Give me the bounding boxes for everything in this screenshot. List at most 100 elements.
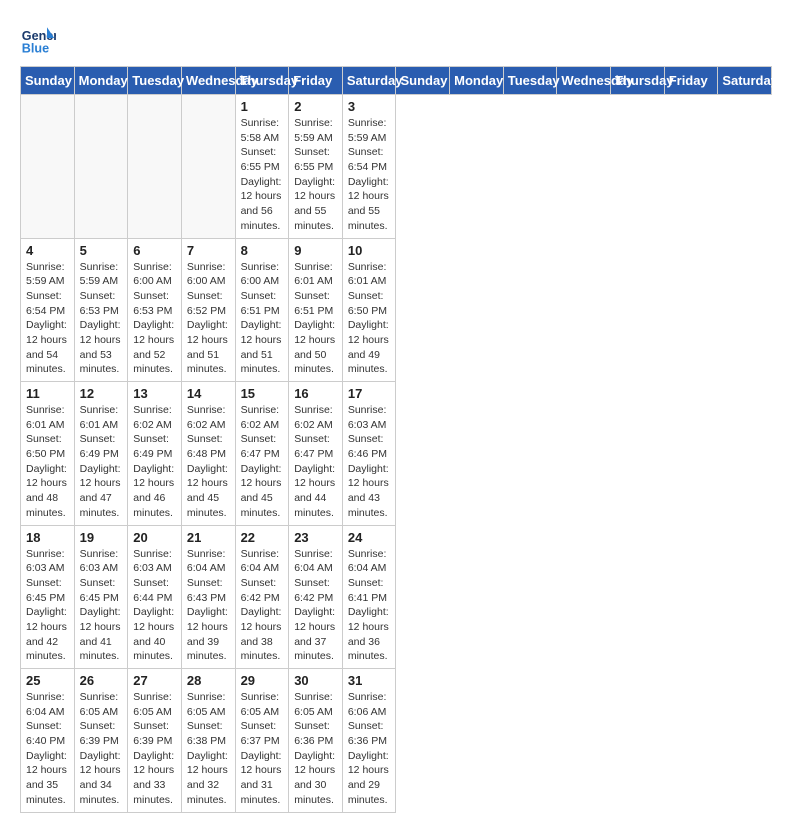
- day-number: 25: [26, 673, 69, 688]
- day-info: Sunrise: 6:04 AM Sunset: 6:42 PM Dayligh…: [294, 547, 337, 665]
- weekday-header-saturday: Saturday: [342, 67, 396, 95]
- calendar-cell: [128, 95, 182, 239]
- calendar-cell: 2Sunrise: 5:59 AM Sunset: 6:55 PM Daylig…: [289, 95, 343, 239]
- calendar-cell: 24 Sunrise: 6:04 AM Sunset: 6:41 PM Dayli…: [342, 525, 396, 669]
- day-number: 28: [187, 673, 230, 688]
- day-number: 5: [80, 243, 123, 258]
- logo: General Blue: [20, 20, 60, 56]
- day-number: 2: [294, 99, 337, 114]
- calendar-cell: 10Sunrise: 6:01 AM Sunset: 6:50 PM Dayli…: [342, 238, 396, 382]
- day-info: Sunrise: 5:58 AM Sunset: 6:55 PM Dayligh…: [241, 116, 284, 234]
- day-info: Sunrise: 6:05 AM Sunset: 6:36 PM Dayligh…: [294, 690, 337, 808]
- calendar-cell: [74, 95, 128, 239]
- calendar-cell: 16Sunrise: 6:02 AM Sunset: 6:47 PM Dayli…: [289, 382, 343, 526]
- day-number: 11: [26, 386, 69, 401]
- day-info: Sunrise: 6:01 AM Sunset: 6:49 PM Dayligh…: [80, 403, 123, 521]
- page-header: General Blue: [20, 20, 772, 56]
- day-number: 4: [26, 243, 69, 258]
- weekday-header-friday: Friday: [289, 67, 343, 95]
- day-number: 21: [187, 530, 230, 545]
- logo-icon: General Blue: [20, 20, 56, 56]
- calendar-cell: 4 Sunrise: 5:59 AM Sunset: 6:54 PM Daylig…: [21, 238, 75, 382]
- weekday-header: Wednesday: [557, 67, 611, 95]
- weekday-header: Friday: [664, 67, 718, 95]
- calendar-cell: 19 Sunrise: 6:03 AM Sunset: 6:45 PM Dayli…: [74, 525, 128, 669]
- day-number: 3: [348, 99, 391, 114]
- day-number: 12: [80, 386, 123, 401]
- calendar-cell: 5 Sunrise: 5:59 AM Sunset: 6:53 PM Daylig…: [74, 238, 128, 382]
- day-number: 15: [241, 386, 284, 401]
- calendar-cell: 25 Sunrise: 6:04 AM Sunset: 6:40 PM Dayli…: [21, 669, 75, 813]
- svg-text:Blue: Blue: [22, 41, 49, 55]
- calendar-cell: 29Sunrise: 6:05 AM Sunset: 6:37 PM Dayli…: [235, 669, 289, 813]
- weekday-header: Monday: [450, 67, 504, 95]
- day-number: 6: [133, 243, 176, 258]
- calendar-cell: 14 Sunrise: 6:02 AM Sunset: 6:48 PM Dayli…: [181, 382, 235, 526]
- calendar-cell: 13Sunrise: 6:02 AM Sunset: 6:49 PM Dayli…: [128, 382, 182, 526]
- calendar-header-row: SundayMondayTuesdayWednesdayThursdayFrid…: [21, 67, 772, 95]
- calendar-week-1: 1 Sunrise: 5:58 AM Sunset: 6:55 PM Daylig…: [21, 95, 772, 239]
- day-number: 8: [241, 243, 284, 258]
- day-info: Sunrise: 6:05 AM Sunset: 6:39 PM Dayligh…: [80, 690, 123, 808]
- day-info: Sunrise: 6:04 AM Sunset: 6:41 PM Dayligh…: [348, 547, 391, 665]
- calendar-cell: 28 Sunrise: 6:05 AM Sunset: 6:38 PM Dayli…: [181, 669, 235, 813]
- calendar-cell: 27 Sunrise: 6:05 AM Sunset: 6:39 PM Dayli…: [128, 669, 182, 813]
- calendar-week-4: 18 Sunrise: 6:03 AM Sunset: 6:45 PM Dayli…: [21, 525, 772, 669]
- day-info: Sunrise: 6:00 AM Sunset: 6:51 PM Dayligh…: [241, 260, 284, 378]
- day-info: Sunrise: 5:59 AM Sunset: 6:53 PM Dayligh…: [80, 260, 123, 378]
- calendar-week-2: 4 Sunrise: 5:59 AM Sunset: 6:54 PM Daylig…: [21, 238, 772, 382]
- day-info: Sunrise: 6:04 AM Sunset: 6:42 PM Dayligh…: [241, 547, 284, 665]
- calendar-week-3: 11 Sunrise: 6:01 AM Sunset: 6:50 PM Dayli…: [21, 382, 772, 526]
- day-number: 19: [80, 530, 123, 545]
- day-info: Sunrise: 6:05 AM Sunset: 6:39 PM Dayligh…: [133, 690, 176, 808]
- calendar-cell: 17 Sunrise: 6:03 AM Sunset: 6:46 PM Dayli…: [342, 382, 396, 526]
- day-info: Sunrise: 6:01 AM Sunset: 6:50 PM Dayligh…: [26, 403, 69, 521]
- day-info: Sunrise: 6:02 AM Sunset: 6:47 PM Dayligh…: [294, 403, 337, 521]
- day-number: 26: [80, 673, 123, 688]
- day-number: 27: [133, 673, 176, 688]
- weekday-header-wednesday: Wednesday: [181, 67, 235, 95]
- day-info: Sunrise: 6:03 AM Sunset: 6:46 PM Dayligh…: [348, 403, 391, 521]
- day-number: 24: [348, 530, 391, 545]
- weekday-header: Tuesday: [503, 67, 557, 95]
- day-info: Sunrise: 6:03 AM Sunset: 6:45 PM Dayligh…: [26, 547, 69, 665]
- calendar-cell: 22 Sunrise: 6:04 AM Sunset: 6:42 PM Dayli…: [235, 525, 289, 669]
- calendar-week-5: 25 Sunrise: 6:04 AM Sunset: 6:40 PM Dayli…: [21, 669, 772, 813]
- calendar-cell: 9 Sunrise: 6:01 AM Sunset: 6:51 PM Daylig…: [289, 238, 343, 382]
- day-info: Sunrise: 5:59 AM Sunset: 6:54 PM Dayligh…: [26, 260, 69, 378]
- calendar-cell: 6Sunrise: 6:00 AM Sunset: 6:53 PM Daylig…: [128, 238, 182, 382]
- day-info: Sunrise: 6:02 AM Sunset: 6:49 PM Dayligh…: [133, 403, 176, 521]
- day-info: Sunrise: 6:00 AM Sunset: 6:52 PM Dayligh…: [187, 260, 230, 378]
- calendar-cell: 23Sunrise: 6:04 AM Sunset: 6:42 PM Dayli…: [289, 525, 343, 669]
- calendar-cell: 30 Sunrise: 6:05 AM Sunset: 6:36 PM Dayli…: [289, 669, 343, 813]
- day-number: 29: [241, 673, 284, 688]
- day-info: Sunrise: 6:04 AM Sunset: 6:40 PM Dayligh…: [26, 690, 69, 808]
- day-info: Sunrise: 6:02 AM Sunset: 6:47 PM Dayligh…: [241, 403, 284, 521]
- day-number: 17: [348, 386, 391, 401]
- calendar-cell: 15 Sunrise: 6:02 AM Sunset: 6:47 PM Dayli…: [235, 382, 289, 526]
- calendar-cell: 12 Sunrise: 6:01 AM Sunset: 6:49 PM Dayli…: [74, 382, 128, 526]
- calendar-cell: 11 Sunrise: 6:01 AM Sunset: 6:50 PM Dayli…: [21, 382, 75, 526]
- day-number: 18: [26, 530, 69, 545]
- day-number: 7: [187, 243, 230, 258]
- calendar-cell: 3Sunrise: 5:59 AM Sunset: 6:54 PM Daylig…: [342, 95, 396, 239]
- day-number: 31: [348, 673, 391, 688]
- weekday-header: Thursday: [611, 67, 665, 95]
- calendar-cell: 7 Sunrise: 6:00 AM Sunset: 6:52 PM Daylig…: [181, 238, 235, 382]
- day-info: Sunrise: 6:06 AM Sunset: 6:36 PM Dayligh…: [348, 690, 391, 808]
- weekday-header-thursday: Thursday: [235, 67, 289, 95]
- day-info: Sunrise: 6:05 AM Sunset: 6:38 PM Dayligh…: [187, 690, 230, 808]
- day-number: 14: [187, 386, 230, 401]
- calendar-cell: 26 Sunrise: 6:05 AM Sunset: 6:39 PM Dayli…: [74, 669, 128, 813]
- day-number: 10: [348, 243, 391, 258]
- calendar-cell: [21, 95, 75, 239]
- day-number: 1: [241, 99, 284, 114]
- day-info: Sunrise: 6:03 AM Sunset: 6:45 PM Dayligh…: [80, 547, 123, 665]
- day-info: Sunrise: 6:01 AM Sunset: 6:51 PM Dayligh…: [294, 260, 337, 378]
- day-number: 9: [294, 243, 337, 258]
- day-info: Sunrise: 6:02 AM Sunset: 6:48 PM Dayligh…: [187, 403, 230, 521]
- day-number: 30: [294, 673, 337, 688]
- calendar-cell: 31 Sunrise: 6:06 AM Sunset: 6:36 PM Dayli…: [342, 669, 396, 813]
- day-info: Sunrise: 6:04 AM Sunset: 6:43 PM Dayligh…: [187, 547, 230, 665]
- day-number: 22: [241, 530, 284, 545]
